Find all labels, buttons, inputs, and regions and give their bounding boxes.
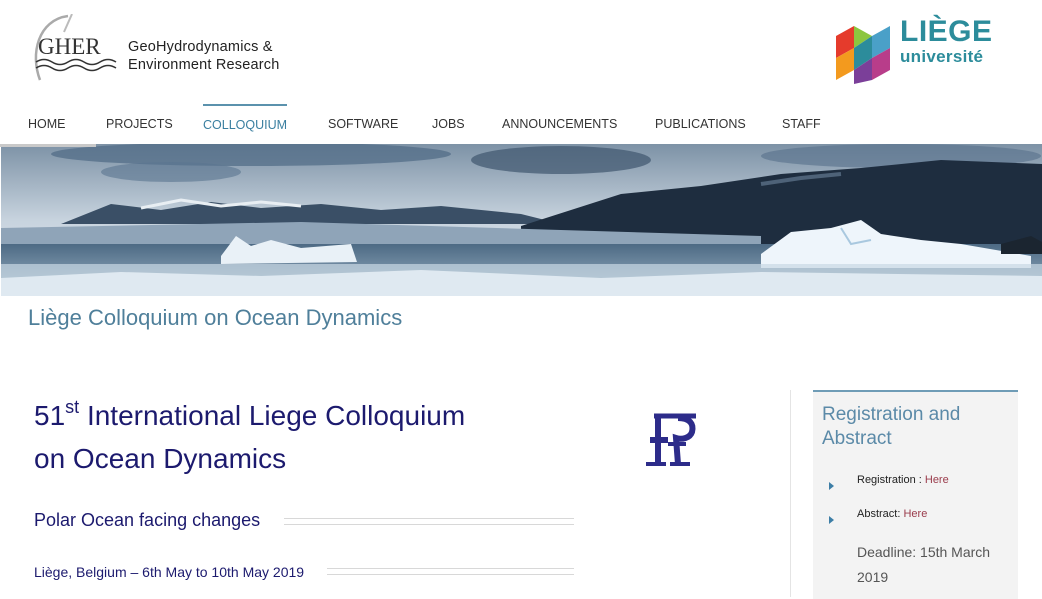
liege-wordmark: LIÈGE université	[900, 16, 993, 66]
subtitle-row: Polar Ocean facing changes	[34, 510, 574, 534]
registration-sidebar: Registration and Abstract Registration :…	[813, 390, 1018, 599]
sidebar-title: Registration and Abstract	[822, 403, 960, 451]
colloquium-dates: Liège, Belgium – 6th May to 10th May 201…	[34, 564, 311, 580]
title-line2: on Ocean Dynamics	[34, 443, 287, 474]
sidebar-title-line2: Abstract	[822, 428, 892, 449]
abstract-item: Abstract: Here	[857, 508, 927, 520]
subtitle-rule	[284, 518, 574, 525]
universite-name: université	[900, 47, 984, 66]
colloquium-title: 51st International Liege Colloquium on O…	[34, 394, 574, 480]
caret-right-icon	[829, 516, 834, 524]
registration-link[interactable]: Here	[925, 474, 949, 486]
sidebar-title-line1: Registration and	[822, 404, 961, 425]
liege-name: LIÈGE	[900, 15, 993, 48]
nav-publications[interactable]: PUBLICATIONS	[655, 104, 746, 144]
registration-label: Registration :	[857, 474, 922, 486]
nav-home[interactable]: HOME	[28, 104, 66, 144]
nav-announcements[interactable]: ANNOUNCEMENTS	[502, 104, 617, 144]
content-divider	[790, 390, 791, 597]
site-header: GHER GeoHydrodynamics & Environment Rese…	[0, 0, 1042, 105]
dates-row: Liège, Belgium – 6th May to 10th May 201…	[34, 562, 574, 584]
title-line1: International Liege Colloquium	[79, 400, 466, 431]
gher-line1: GeoHydrodynamics &	[128, 39, 273, 55]
colloquium-subtitle: Polar Ocean facing changes	[34, 510, 267, 530]
nav-colloquium[interactable]: COLLOQUIUM	[203, 104, 288, 144]
caret-right-icon	[829, 482, 834, 490]
glacier-banner-image	[1, 144, 1042, 296]
dates-rule	[327, 568, 574, 575]
nav-staff[interactable]: STAFF	[782, 104, 821, 144]
gher-line2: Environment Research	[128, 57, 280, 73]
nav-jobs[interactable]: JOBS	[432, 104, 465, 144]
page-title: Liège Colloquium on Ocean Dynamics	[28, 305, 403, 330]
nav-indicator-strip	[0, 144, 96, 147]
title-number: 51	[34, 400, 66, 431]
svg-text:GHER: GHER	[38, 34, 101, 59]
gher-name: GeoHydrodynamics & Environment Research	[128, 38, 280, 74]
registration-item: Registration : Here	[857, 474, 949, 486]
abstract-link[interactable]: Here	[903, 508, 927, 520]
gher-logo[interactable]: GHER	[28, 14, 120, 86]
abstract-label: Abstract:	[857, 508, 901, 520]
nav-projects[interactable]: PROJECTS	[106, 104, 173, 144]
main-nav: HOME PROJECTS COLLOQUIUM SOFTWARE JOBS A…	[0, 104, 1042, 144]
colloquium-emblem-icon	[642, 408, 702, 466]
deadline-text: Deadline: 15th March 2019	[857, 544, 991, 585]
nav-software[interactable]: SOFTWARE	[328, 104, 398, 144]
liege-university-logo[interactable]	[834, 18, 898, 84]
title-ordinal-suffix: st	[65, 397, 80, 417]
